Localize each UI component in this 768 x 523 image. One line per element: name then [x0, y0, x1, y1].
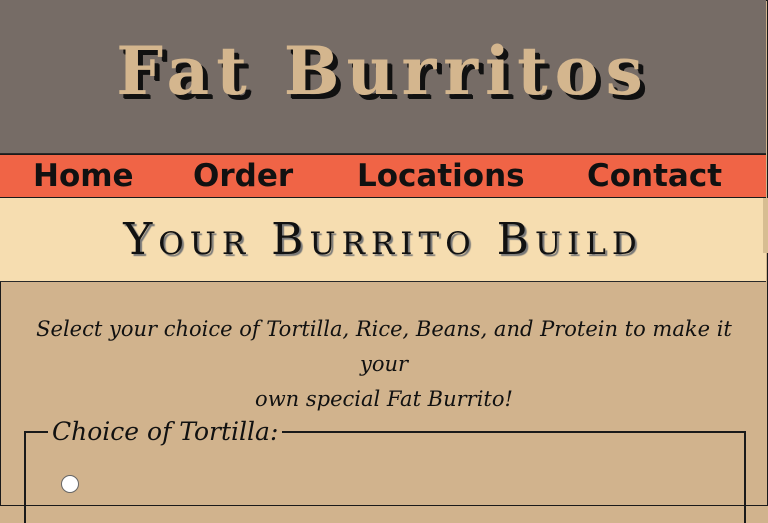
intro-line-1: Select your choice of Tortilla, Rice, Be… [36, 317, 732, 376]
page-title: Your Burrito Build [123, 214, 643, 265]
nav-locations-link[interactable]: Locations [357, 155, 525, 197]
site-title: Fat Burritos [116, 32, 650, 110]
nav-home-link[interactable]: Home [33, 155, 134, 197]
intro-line-2: own special Fat Burrito! [255, 387, 513, 411]
scrollbar[interactable] [763, 198, 768, 253]
tortilla-radio-option[interactable] [61, 475, 79, 493]
tortilla-legend: Choice of Tortilla: [48, 414, 283, 450]
page-banner: Your Burrito Build [0, 198, 766, 282]
site-header: Fat Burritos [0, 0, 766, 154]
main-nav: Home Order Locations Contact [0, 154, 766, 198]
nav-contact-link[interactable]: Contact [587, 155, 722, 197]
nav-order-link[interactable]: Order [193, 155, 293, 197]
intro-text: Select your choice of Tortilla, Rice, Be… [20, 312, 748, 417]
